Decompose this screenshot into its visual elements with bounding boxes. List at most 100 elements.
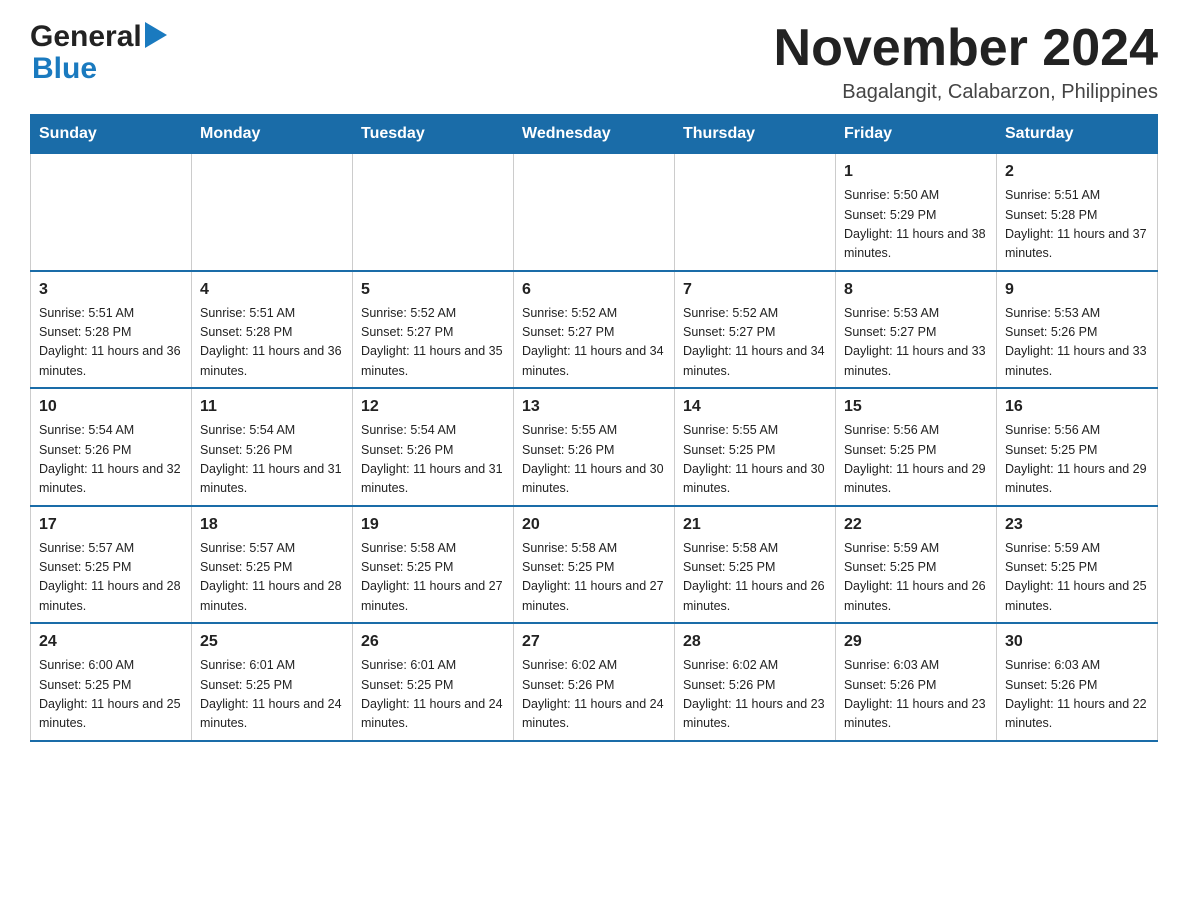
table-row: 23Sunrise: 5:59 AM Sunset: 5:25 PM Dayli… <box>997 506 1158 624</box>
day-info: Sunrise: 5:54 AM Sunset: 5:26 PM Dayligh… <box>361 421 505 499</box>
table-row: 3Sunrise: 5:51 AM Sunset: 5:28 PM Daylig… <box>31 271 192 389</box>
table-row <box>192 154 353 271</box>
day-info: Sunrise: 5:52 AM Sunset: 5:27 PM Dayligh… <box>522 304 666 382</box>
col-sunday: Sunday <box>31 115 192 154</box>
day-info: Sunrise: 5:50 AM Sunset: 5:29 PM Dayligh… <box>844 186 988 264</box>
col-saturday: Saturday <box>997 115 1158 154</box>
table-row: 26Sunrise: 6:01 AM Sunset: 5:25 PM Dayli… <box>353 623 514 741</box>
calendar-week-row: 24Sunrise: 6:00 AM Sunset: 5:25 PM Dayli… <box>31 623 1158 741</box>
table-row: 16Sunrise: 5:56 AM Sunset: 5:25 PM Dayli… <box>997 388 1158 506</box>
day-number: 13 <box>522 395 666 419</box>
day-number: 2 <box>1005 160 1149 184</box>
day-info: Sunrise: 6:02 AM Sunset: 5:26 PM Dayligh… <box>522 656 666 734</box>
table-row: 28Sunrise: 6:02 AM Sunset: 5:26 PM Dayli… <box>675 623 836 741</box>
day-number: 29 <box>844 630 988 654</box>
table-row: 24Sunrise: 6:00 AM Sunset: 5:25 PM Dayli… <box>31 623 192 741</box>
day-number: 3 <box>39 278 183 302</box>
day-info: Sunrise: 5:57 AM Sunset: 5:25 PM Dayligh… <box>200 539 344 617</box>
day-number: 24 <box>39 630 183 654</box>
table-row: 9Sunrise: 5:53 AM Sunset: 5:26 PM Daylig… <box>997 271 1158 389</box>
col-monday: Monday <box>192 115 353 154</box>
day-info: Sunrise: 6:01 AM Sunset: 5:25 PM Dayligh… <box>361 656 505 734</box>
col-wednesday: Wednesday <box>514 115 675 154</box>
table-row: 1Sunrise: 5:50 AM Sunset: 5:29 PM Daylig… <box>836 154 997 271</box>
day-info: Sunrise: 6:02 AM Sunset: 5:26 PM Dayligh… <box>683 656 827 734</box>
table-row: 5Sunrise: 5:52 AM Sunset: 5:27 PM Daylig… <box>353 271 514 389</box>
logo: General Blue <box>30 20 167 86</box>
logo-text-blue: Blue <box>32 52 167 86</box>
day-info: Sunrise: 6:03 AM Sunset: 5:26 PM Dayligh… <box>844 656 988 734</box>
table-row: 30Sunrise: 6:03 AM Sunset: 5:26 PM Dayli… <box>997 623 1158 741</box>
day-number: 10 <box>39 395 183 419</box>
day-number: 30 <box>1005 630 1149 654</box>
col-tuesday: Tuesday <box>353 115 514 154</box>
table-row: 29Sunrise: 6:03 AM Sunset: 5:26 PM Dayli… <box>836 623 997 741</box>
table-row: 2Sunrise: 5:51 AM Sunset: 5:28 PM Daylig… <box>997 154 1158 271</box>
day-number: 6 <box>522 278 666 302</box>
table-row <box>675 154 836 271</box>
day-info: Sunrise: 5:51 AM Sunset: 5:28 PM Dayligh… <box>1005 186 1149 264</box>
table-row: 12Sunrise: 5:54 AM Sunset: 5:26 PM Dayli… <box>353 388 514 506</box>
day-info: Sunrise: 5:58 AM Sunset: 5:25 PM Dayligh… <box>683 539 827 617</box>
page-header: General Blue November 2024 Bagalangit, C… <box>30 20 1158 104</box>
table-row: 17Sunrise: 5:57 AM Sunset: 5:25 PM Dayli… <box>31 506 192 624</box>
day-info: Sunrise: 5:54 AM Sunset: 5:26 PM Dayligh… <box>200 421 344 499</box>
calendar-week-row: 17Sunrise: 5:57 AM Sunset: 5:25 PM Dayli… <box>31 506 1158 624</box>
day-info: Sunrise: 6:00 AM Sunset: 5:25 PM Dayligh… <box>39 656 183 734</box>
table-row: 4Sunrise: 5:51 AM Sunset: 5:28 PM Daylig… <box>192 271 353 389</box>
table-row <box>514 154 675 271</box>
day-number: 23 <box>1005 513 1149 537</box>
table-row: 15Sunrise: 5:56 AM Sunset: 5:25 PM Dayli… <box>836 388 997 506</box>
day-number: 12 <box>361 395 505 419</box>
table-row: 11Sunrise: 5:54 AM Sunset: 5:26 PM Dayli… <box>192 388 353 506</box>
day-info: Sunrise: 5:56 AM Sunset: 5:25 PM Dayligh… <box>1005 421 1149 499</box>
col-friday: Friday <box>836 115 997 154</box>
day-info: Sunrise: 5:52 AM Sunset: 5:27 PM Dayligh… <box>683 304 827 382</box>
table-row: 10Sunrise: 5:54 AM Sunset: 5:26 PM Dayli… <box>31 388 192 506</box>
title-block: November 2024 Bagalangit, Calabarzon, Ph… <box>774 20 1158 104</box>
logo-text-general: General <box>30 20 142 54</box>
subtitle: Bagalangit, Calabarzon, Philippines <box>774 81 1158 104</box>
table-row: 22Sunrise: 5:59 AM Sunset: 5:25 PM Dayli… <box>836 506 997 624</box>
day-number: 19 <box>361 513 505 537</box>
day-info: Sunrise: 5:58 AM Sunset: 5:25 PM Dayligh… <box>522 539 666 617</box>
day-info: Sunrise: 5:52 AM Sunset: 5:27 PM Dayligh… <box>361 304 505 382</box>
day-info: Sunrise: 5:51 AM Sunset: 5:28 PM Dayligh… <box>39 304 183 382</box>
day-info: Sunrise: 6:01 AM Sunset: 5:25 PM Dayligh… <box>200 656 344 734</box>
day-info: Sunrise: 5:53 AM Sunset: 5:26 PM Dayligh… <box>1005 304 1149 382</box>
day-number: 28 <box>683 630 827 654</box>
day-number: 5 <box>361 278 505 302</box>
day-number: 4 <box>200 278 344 302</box>
day-number: 11 <box>200 395 344 419</box>
day-number: 7 <box>683 278 827 302</box>
day-number: 20 <box>522 513 666 537</box>
day-number: 18 <box>200 513 344 537</box>
day-info: Sunrise: 5:51 AM Sunset: 5:28 PM Dayligh… <box>200 304 344 382</box>
day-info: Sunrise: 5:56 AM Sunset: 5:25 PM Dayligh… <box>844 421 988 499</box>
calendar-week-row: 10Sunrise: 5:54 AM Sunset: 5:26 PM Dayli… <box>31 388 1158 506</box>
logo-triangle-icon <box>145 22 167 48</box>
main-title: November 2024 <box>774 20 1158 77</box>
day-info: Sunrise: 5:54 AM Sunset: 5:26 PM Dayligh… <box>39 421 183 499</box>
day-number: 21 <box>683 513 827 537</box>
day-number: 9 <box>1005 278 1149 302</box>
table-row: 6Sunrise: 5:52 AM Sunset: 5:27 PM Daylig… <box>514 271 675 389</box>
day-number: 14 <box>683 395 827 419</box>
day-number: 25 <box>200 630 344 654</box>
table-row: 19Sunrise: 5:58 AM Sunset: 5:25 PM Dayli… <box>353 506 514 624</box>
calendar-week-row: 3Sunrise: 5:51 AM Sunset: 5:28 PM Daylig… <box>31 271 1158 389</box>
day-number: 22 <box>844 513 988 537</box>
day-number: 16 <box>1005 395 1149 419</box>
day-number: 1 <box>844 160 988 184</box>
table-row: 8Sunrise: 5:53 AM Sunset: 5:27 PM Daylig… <box>836 271 997 389</box>
day-info: Sunrise: 5:58 AM Sunset: 5:25 PM Dayligh… <box>361 539 505 617</box>
calendar-table: Sunday Monday Tuesday Wednesday Thursday… <box>30 114 1158 742</box>
day-info: Sunrise: 6:03 AM Sunset: 5:26 PM Dayligh… <box>1005 656 1149 734</box>
table-row: 25Sunrise: 6:01 AM Sunset: 5:25 PM Dayli… <box>192 623 353 741</box>
table-row: 13Sunrise: 5:55 AM Sunset: 5:26 PM Dayli… <box>514 388 675 506</box>
table-row: 18Sunrise: 5:57 AM Sunset: 5:25 PM Dayli… <box>192 506 353 624</box>
table-row: 21Sunrise: 5:58 AM Sunset: 5:25 PM Dayli… <box>675 506 836 624</box>
day-number: 15 <box>844 395 988 419</box>
table-row: 14Sunrise: 5:55 AM Sunset: 5:25 PM Dayli… <box>675 388 836 506</box>
table-row <box>353 154 514 271</box>
